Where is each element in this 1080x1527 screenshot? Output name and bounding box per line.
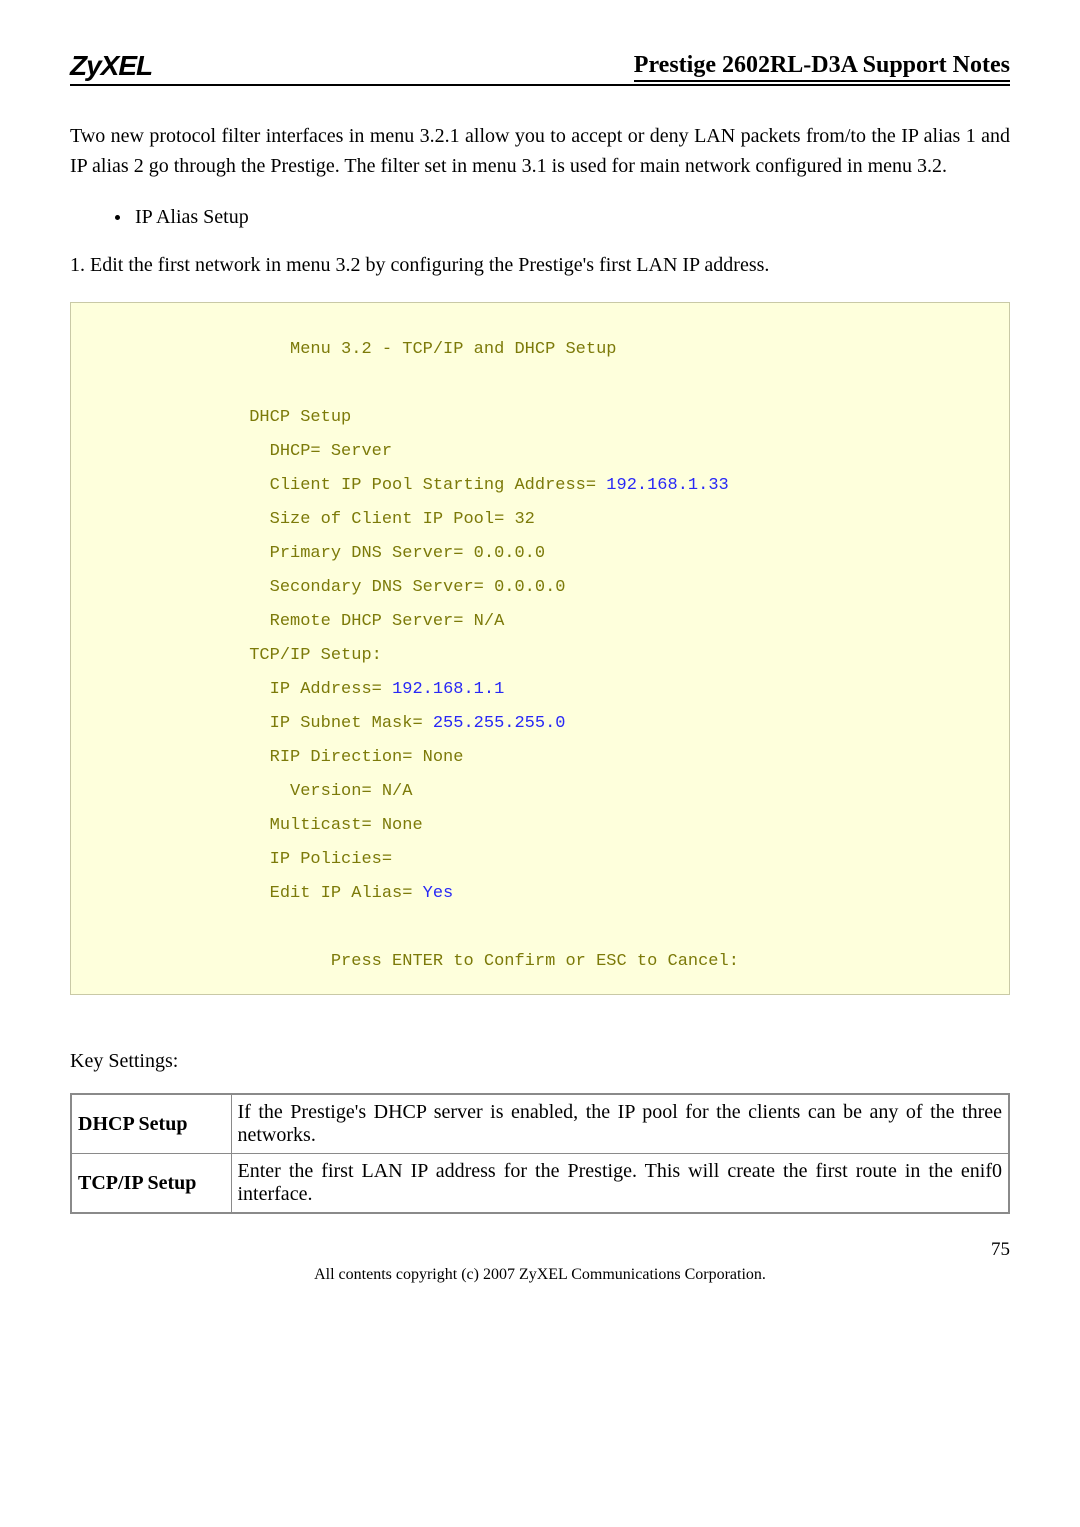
terminal-line: DHCP Setup [86,408,351,427]
terminal-title: Menu 3.2 - TCP/IP and DHCP Setup [86,340,617,359]
terminal-footer: Press ENTER to Confirm or ESC to Cancel: [86,952,739,971]
table-row: DHCP Setup If the Prestige's DHCP server… [71,1094,1009,1154]
terminal-line: Edit IP Alias= [86,884,423,903]
terminal-line: Remote DHCP Server= N/A [86,612,504,631]
terminal-line: Primary DNS Server= 0.0.0.0 [86,544,545,563]
settings-table: DHCP Setup If the Prestige's DHCP server… [70,1093,1010,1214]
terminal-line: IP Policies= [86,850,392,869]
terminal-line: RIP Direction= None [86,748,463,767]
page-title: Prestige 2602RL-D3A Support Notes [634,52,1010,82]
dhcp-setup-label: DHCP Setup [71,1094,231,1154]
logo: ZyXEL [70,50,152,82]
terminal-line: Version= N/A [86,782,412,801]
intro-paragraph: Two new protocol filter interfaces in me… [70,121,1010,181]
bullet-text: IP Alias Setup [135,206,249,229]
terminal-line: TCP/IP Setup: [86,646,382,665]
terminal-line: Multicast= None [86,816,423,835]
terminal-line: Client IP Pool Starting Address= [86,476,606,495]
table-row: TCP/IP Setup Enter the first LAN IP addr… [71,1154,1009,1214]
terminal-line: IP Subnet Mask= [86,714,433,733]
page-number: 75 [70,1239,1010,1261]
page-header: ZyXEL Prestige 2602RL-D3A Support Notes [70,50,1010,86]
copyright-footer: All contents copyright (c) 2007 ZyXEL Co… [70,1266,1010,1284]
terminal-value: 192.168.1.1 [392,680,504,699]
terminal-line: Size of Client IP Pool= 32 [86,510,535,529]
terminal-value: Yes [423,884,454,903]
key-settings-label: Key Settings: [70,1050,1010,1073]
terminal-block: Menu 3.2 - TCP/IP and DHCP Setup DHCP Se… [70,302,1010,995]
step-1: 1. Edit the first network in menu 3.2 by… [70,254,1010,277]
terminal-line: DHCP= Server [86,442,392,461]
terminal-line: Secondary DNS Server= 0.0.0.0 [86,578,565,597]
dhcp-setup-desc: If the Prestige's DHCP server is enabled… [231,1094,1009,1154]
tcpip-setup-desc: Enter the first LAN IP address for the P… [231,1154,1009,1214]
terminal-value: 192.168.1.33 [606,476,728,495]
terminal-value: 255.255.255.0 [433,714,566,733]
bullet-icon [115,215,120,220]
terminal-line: IP Address= [86,680,392,699]
tcpip-setup-label: TCP/IP Setup [71,1154,231,1214]
bullet-item: IP Alias Setup [115,206,1010,229]
